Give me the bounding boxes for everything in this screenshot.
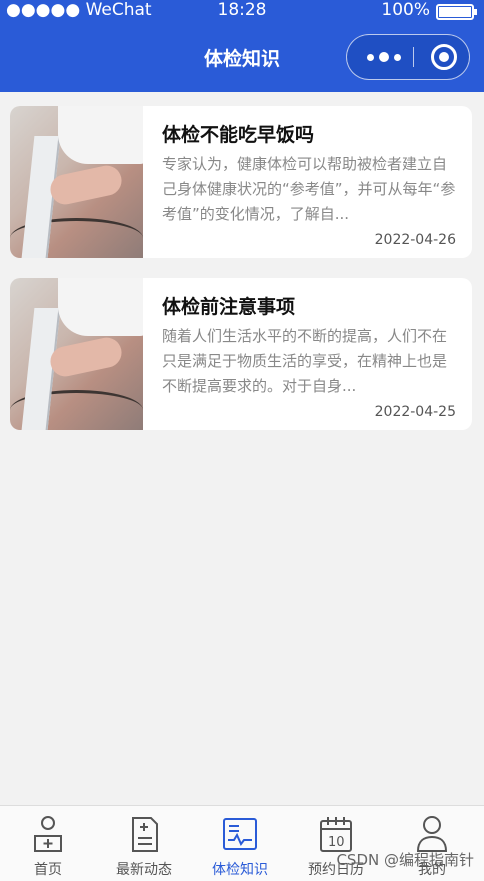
more-menu-button[interactable] (361, 35, 407, 79)
article-card[interactable]: 体检前注意事项 随着人们生活水平的不断的提高，人们不在只是满足于物质生活的享受，… (10, 278, 472, 430)
mini-program-capsule (346, 34, 470, 80)
svg-text:10: 10 (328, 835, 345, 850)
article-summary: 随着人们生活水平的不断的提高，人们不在只是满足于物质生活的享受，在精神上也是不断… (162, 327, 448, 395)
article-title: 体检不能吃早饭吗 (162, 124, 315, 146)
knowledge-icon (223, 818, 257, 850)
article-thumbnail (10, 278, 143, 430)
close-mini-program-icon[interactable] (431, 44, 457, 70)
article-date: 2022-04-25 (374, 404, 456, 420)
calendar-icon: 10 (320, 817, 352, 852)
tab-label: 体检知识 (212, 862, 268, 878)
tab-label: 最新动态 (116, 862, 172, 878)
article-date: 2022-04-26 (374, 232, 456, 248)
more-dot-icon (367, 53, 374, 61)
tab-home[interactable]: 首页 (0, 806, 96, 881)
battery-fill (439, 7, 471, 17)
user-icon (416, 816, 448, 852)
article-thumbnail (10, 106, 143, 258)
article-card[interactable]: 体检不能吃早饭吗 专家认为，健康体检可以帮助被检者建立自己身体健康状况的“参考值… (10, 106, 472, 258)
news-icon (132, 817, 158, 852)
article-summary: 专家认为，健康体检可以帮助被检者建立自己身体健康状况的“参考值”，并可从每年“参… (162, 155, 456, 223)
nav-bar: 体检知识 (0, 24, 484, 92)
tab-label: 首页 (34, 862, 62, 878)
battery-icon (436, 4, 477, 20)
status-bar: ●●●●● WeChat 18:28 100% (0, 0, 484, 24)
capsule-divider (413, 47, 414, 67)
more-dot-icon (379, 52, 389, 62)
home-icon (34, 816, 62, 852)
battery-percent: 100% (381, 0, 430, 20)
tab-knowledge[interactable]: 体检知识 (192, 806, 288, 881)
article-title: 体检前注意事项 (162, 296, 296, 318)
tab-news[interactable]: 最新动态 (96, 806, 192, 881)
watermark: CSDN @编程指南针 (336, 851, 474, 869)
more-dot-icon (394, 53, 401, 61)
